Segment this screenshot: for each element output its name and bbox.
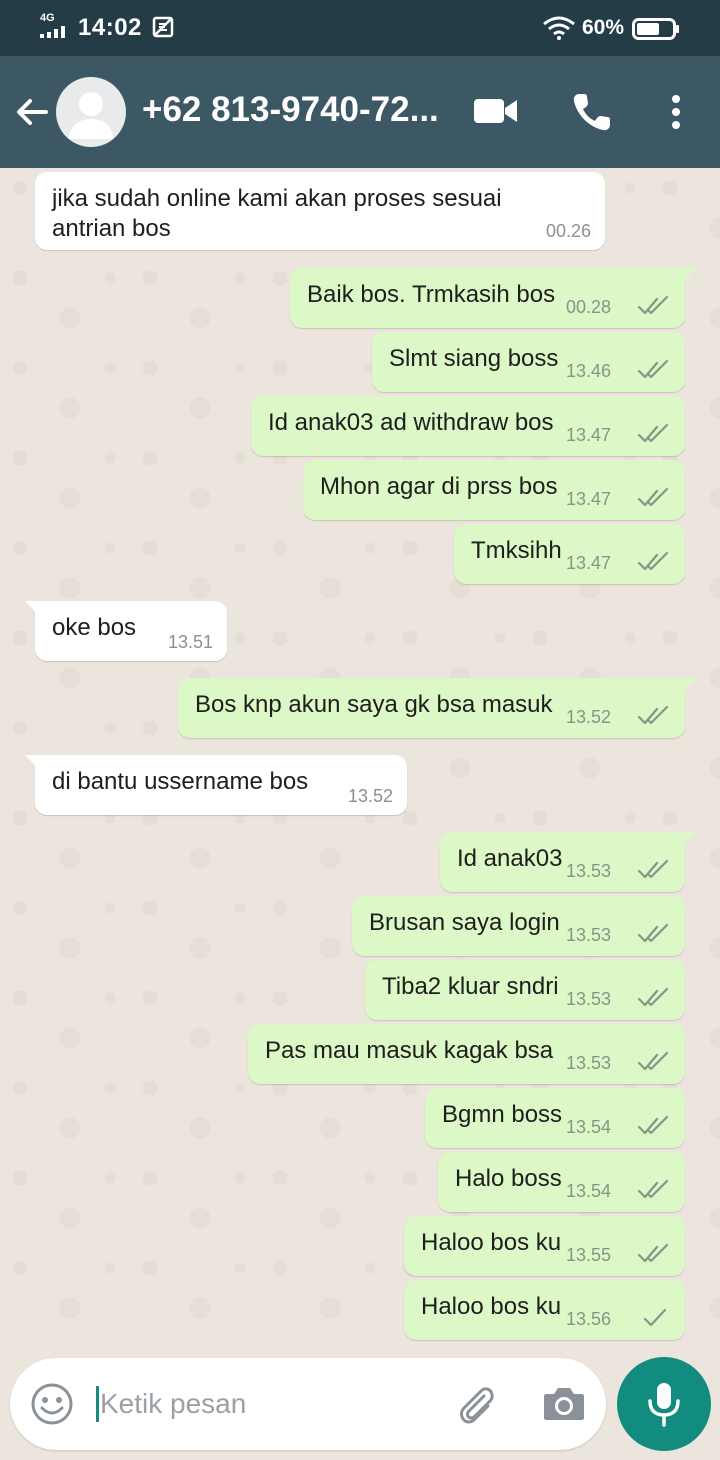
message-text: antrian bos	[52, 215, 171, 242]
message-time: 13.53	[565, 861, 611, 881]
message-bubble-outgoing[interactable]: Tiba2 kluar sndri 13.53	[365, 960, 685, 1020]
message-time: 13.55	[565, 1245, 611, 1265]
double-check-icon	[637, 551, 669, 571]
message-time: 13.51	[167, 632, 213, 652]
message-bubble-outgoing[interactable]: Id anak03 ad withdraw bos 13.47	[251, 396, 685, 456]
message-text: Mhon agar di prss bos	[320, 473, 558, 500]
message-bubble-incoming[interactable]: jika sudah online kami akan proses sesua…	[35, 172, 605, 250]
message-bubble-outgoing[interactable]: Pas mau masuk kagak bsa 13.53	[248, 1024, 685, 1084]
message-text: Tiba2 kluar sndri	[382, 973, 559, 1000]
emoji-icon[interactable]	[30, 1382, 74, 1426]
double-check-icon	[637, 487, 669, 507]
status-bar: 4G 14:02 60%	[0, 0, 720, 56]
contact-name[interactable]: +62 813-9740-72...	[142, 90, 452, 130]
message-time: 13.47	[565, 425, 611, 445]
bubble-tail	[675, 678, 697, 696]
message-bubble-outgoing[interactable]: Slmt siang boss 13.46	[372, 332, 685, 392]
single-check-icon	[643, 1308, 667, 1327]
message-time: 13.53	[565, 989, 611, 1009]
chat-header: +62 813-9740-72...	[0, 56, 720, 168]
message-bubble-outgoing[interactable]: Halo boss 13.54	[438, 1152, 685, 1212]
message-bubble-outgoing[interactable]: Baik bos. Trmkasih bos 00.28	[290, 268, 697, 328]
message-bubble-incoming[interactable]: oke bos 13.51	[25, 601, 227, 661]
message-text: Id anak03	[457, 845, 563, 872]
message-bubble-outgoing[interactable]: Bos knp akun saya gk bsa masuk 13.52	[178, 678, 697, 738]
message-bubble-outgoing[interactable]: Bgmn boss 13.54	[425, 1088, 685, 1148]
back-arrow-icon[interactable]	[12, 92, 52, 132]
double-check-icon	[637, 987, 669, 1007]
message-text: oke bos	[52, 614, 137, 641]
voice-record-button[interactable]	[617, 1357, 711, 1451]
message-text: jika sudah online kami akan proses sesua…	[52, 185, 502, 212]
double-check-icon	[637, 1243, 669, 1263]
message-text: Baik bos. Trmkasih bos	[307, 281, 556, 308]
avatar-placeholder-icon	[68, 92, 114, 139]
message-time: 13.47	[565, 489, 611, 509]
double-check-icon	[637, 705, 669, 725]
message-text: Haloo bos ku	[421, 1293, 562, 1320]
battery-percent: 60%	[582, 16, 625, 39]
message-bubble-outgoing[interactable]: Id anak03 13.53	[440, 832, 697, 892]
voice-call-icon[interactable]	[570, 90, 614, 134]
message-text: Id anak03 ad withdraw bos	[268, 409, 554, 436]
avatar[interactable]	[56, 77, 126, 147]
message-bubble-outgoing[interactable]: Tmksihh 13.47	[454, 524, 685, 584]
bubble-tail	[675, 268, 697, 286]
message-text: Haloo bos ku	[421, 1229, 562, 1256]
bubble-tail	[675, 832, 697, 850]
signal-icon	[40, 26, 65, 38]
network-type: 4G	[40, 12, 55, 24]
double-check-icon	[637, 1179, 669, 1199]
bubble-tail	[25, 755, 45, 773]
message-text: Tmksihh	[471, 537, 562, 564]
message-time: 00.28	[565, 297, 611, 317]
message-bubble-outgoing[interactable]: Haloo bos ku 13.55	[404, 1216, 685, 1276]
message-text: Bgmn boss	[442, 1101, 563, 1128]
text-cursor	[96, 1386, 99, 1422]
message-text: Brusan saya login	[369, 909, 560, 936]
message-time: 13.54	[565, 1117, 611, 1137]
message-bubble-outgoing[interactable]: Haloo bos ku 13.56	[404, 1280, 685, 1340]
battery-icon	[632, 18, 679, 40]
double-check-icon	[637, 859, 669, 879]
camera-icon[interactable]	[542, 1384, 586, 1424]
status-time: 14:02	[78, 14, 142, 41]
double-check-icon	[637, 1051, 669, 1071]
double-check-icon	[637, 295, 669, 315]
message-time: 13.47	[565, 553, 611, 573]
message-time: 13.54	[565, 1181, 611, 1201]
mic-icon	[648, 1383, 680, 1427]
double-check-icon	[637, 1115, 669, 1135]
message-time: 00.26	[545, 221, 591, 241]
message-text: Pas mau masuk kagak bsa	[265, 1037, 554, 1064]
double-check-icon	[637, 359, 669, 379]
message-time: 13.52	[347, 786, 393, 806]
message-text: Slmt siang boss	[389, 345, 559, 372]
message-text: Halo boss	[455, 1165, 562, 1192]
message-time: 13.46	[565, 361, 611, 381]
double-check-icon	[637, 923, 669, 943]
video-call-icon[interactable]	[472, 94, 520, 128]
message-input[interactable]	[100, 1382, 430, 1426]
wifi-icon	[543, 16, 575, 40]
message-time: 13.53	[565, 1053, 611, 1073]
message-bubble-outgoing[interactable]: Brusan saya login 13.53	[352, 896, 685, 956]
double-check-icon	[637, 423, 669, 443]
message-bubble-incoming[interactable]: di bantu ussername bos 13.52	[25, 755, 407, 815]
message-time: 13.53	[565, 925, 611, 945]
message-time: 13.52	[565, 707, 611, 727]
message-text: di bantu ussername bos	[52, 768, 309, 795]
more-options-icon[interactable]	[664, 92, 688, 132]
message-bubble-outgoing[interactable]: Mhon agar di prss bos 13.47	[303, 460, 685, 520]
message-list[interactable]: jika sudah online kami akan proses sesua…	[0, 168, 720, 1346]
attach-icon[interactable]	[454, 1382, 498, 1426]
notification-icon	[152, 16, 174, 38]
message-time: 13.56	[565, 1309, 611, 1329]
message-composer	[10, 1358, 606, 1450]
bubble-tail	[25, 601, 45, 619]
message-text: Bos knp akun saya gk bsa masuk	[195, 691, 553, 718]
